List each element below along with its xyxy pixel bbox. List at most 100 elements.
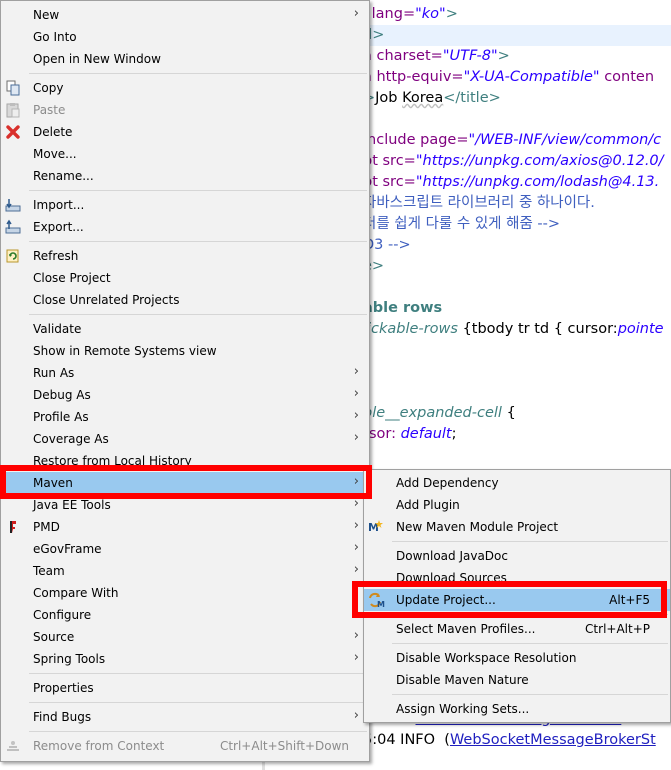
menu-item-select-maven-profiles[interactable]: Select Maven Profiles... Ctrl+Alt+P <box>364 618 670 640</box>
copy-icon <box>5 80 21 96</box>
menu-item-close-project[interactable]: Close Project <box>1 267 369 289</box>
menu-item-import[interactable]: Import... <box>1 194 369 216</box>
console-link[interactable]: WebSocketMessageBrokerSt <box>450 732 656 748</box>
menu-item-new-maven-module-project[interactable]: M New Maven Module Project <box>364 516 670 538</box>
code-line: ble__expanded-cell { <box>363 405 516 421</box>
menu-item-label: New <box>33 8 60 22</box>
menu-item-team[interactable]: Team › <box>1 560 369 582</box>
menu-item-label: Spring Tools <box>33 652 106 666</box>
menu-item-label: Profile As <box>33 410 89 424</box>
menu-separator <box>29 314 367 315</box>
current-line-highlight <box>363 25 671 46</box>
menu-item-label: Rename... <box>33 169 94 183</box>
menu-item-debug-as[interactable]: Debug As › <box>1 384 369 406</box>
import-icon <box>5 197 21 213</box>
menu-item-label: Team <box>33 564 65 578</box>
menu-item-label: Download JavaDoc <box>396 549 508 563</box>
code-line: D3 --> <box>363 237 411 253</box>
menu-item-label: Add Dependency <box>396 476 499 490</box>
menu-item-delete[interactable]: Delete <box>1 121 369 143</box>
chevron-right-icon: › <box>353 708 359 723</box>
menu-item-label: Delete <box>33 125 73 139</box>
menu-item-go-into[interactable]: Go Into <box>1 26 369 48</box>
menu-item-label: Move... <box>33 147 77 161</box>
code-line: lickable-rows {tbody tr td { cursor:poin… <box>363 321 664 337</box>
menu-item-coverage-as[interactable]: Coverage As › <box>1 428 369 450</box>
menu-separator <box>29 702 367 703</box>
svg-text:M: M <box>368 521 379 534</box>
menu-item-open-in-new-window[interactable]: Open in New Window <box>1 48 369 70</box>
menu-item-label: Close Unrelated Projects <box>33 293 180 307</box>
menu-item-label: Close Project <box>33 271 111 285</box>
menu-item-label: Validate <box>33 322 82 336</box>
menu-item-label: eGovFrame <box>33 542 102 556</box>
menu-separator <box>29 731 367 732</box>
menu-item-source[interactable]: Source › <box>1 626 369 648</box>
menu-item-download-javadoc[interactable]: Download JavaDoc <box>364 545 670 567</box>
menu-item-run-as[interactable]: Run As › <box>1 362 369 384</box>
menu-item-close-unrelated-projects[interactable]: Close Unrelated Projects <box>1 289 369 311</box>
chevron-right-icon: › <box>353 6 359 21</box>
menu-item-label: Copy <box>33 81 64 95</box>
menu-item-label: Coverage As <box>33 432 109 446</box>
menu-separator <box>29 241 367 242</box>
menu-item-paste: Paste <box>1 99 369 121</box>
code-line: >Job Korea</title> <box>363 90 501 106</box>
menu-item-label: Show in Remote Systems view <box>33 344 217 358</box>
menu-item-pmd[interactable]: PMD › <box>1 516 369 538</box>
menu-item-label: PMD <box>33 520 60 534</box>
code-line: pt src="https://unpkg.com/axios@0.12.0/ <box>363 153 664 169</box>
code-line: rsor: default; <box>363 426 457 442</box>
menu-item-label: Configure <box>33 608 92 622</box>
menu-item-compare-with[interactable]: Compare With › <box>1 582 369 604</box>
code-line: 터를 쉽게 다룰 수 있게 해줌 --> <box>363 216 561 232</box>
code-line: l lang="ko"> <box>363 6 458 22</box>
menu-item-copy[interactable]: Copy <box>1 77 369 99</box>
maven-module-icon: M <box>368 519 384 535</box>
menu-item-add-plugin[interactable]: Add Plugin <box>364 494 670 516</box>
menu-item-label: Find Bugs <box>33 710 92 724</box>
menu-item-assign-working-sets[interactable]: Assign Working Sets... <box>364 698 670 720</box>
chevron-right-icon: › <box>353 562 359 577</box>
console-time: 5:04 INFO <box>363 732 436 748</box>
menu-item-label: Java EE Tools <box>33 498 111 512</box>
menu-item-profile-as[interactable]: Profile As › <box>1 406 369 428</box>
menu-item-validate[interactable]: Validate <box>1 318 369 340</box>
menu-separator <box>392 541 668 542</box>
menu-item-show-in-remote-systems-view[interactable]: Show in Remote Systems view <box>1 340 369 362</box>
menu-item-label: Select Maven Profiles... <box>396 622 536 636</box>
update-project-highlight-box <box>352 581 667 618</box>
menu-item-rename[interactable]: Rename... <box>1 165 369 187</box>
menu-item-label: Refresh <box>33 249 79 263</box>
menu-item-configure[interactable]: Configure › <box>1 604 369 626</box>
export-icon <box>5 219 21 235</box>
paste-icon <box>5 102 21 118</box>
menu-item-label: Paste <box>33 103 66 117</box>
menu-item-find-bugs[interactable]: Find Bugs › <box>1 706 369 728</box>
menu-item-export[interactable]: Export... <box>1 216 369 238</box>
chevron-right-icon: › <box>353 386 359 401</box>
menu-item-remove-from-context: Remove from Context Ctrl+Alt+Shift+Down <box>1 735 369 757</box>
menu-item-egovframe[interactable]: eGovFrame › <box>1 538 369 560</box>
project-context-menu: New › Go Into Open in New Window Copy Paste De… <box>0 0 370 762</box>
menu-item-properties[interactable]: Properties <box>1 677 369 699</box>
menu-item-label: Import... <box>33 198 85 212</box>
remove-context-icon <box>5 738 21 754</box>
chevron-right-icon: › <box>353 408 359 423</box>
menu-item-disable-maven-nature[interactable]: Disable Maven Nature <box>364 669 670 691</box>
chevron-right-icon: › <box>353 364 359 379</box>
menu-item-label: Disable Maven Nature <box>396 673 529 687</box>
chevron-right-icon: › <box>353 518 359 533</box>
menu-item-disable-workspace-resolution[interactable]: Disable Workspace Resolution <box>364 647 670 669</box>
menu-item-refresh[interactable]: Refresh <box>1 245 369 267</box>
menu-item-label: Disable Workspace Resolution <box>396 651 577 665</box>
menu-separator <box>29 73 367 74</box>
chevron-right-icon: › <box>353 430 359 445</box>
menu-item-add-dependency[interactable]: Add Dependency <box>364 472 670 494</box>
menu-item-label: New Maven Module Project <box>396 520 559 534</box>
menu-item-spring-tools[interactable]: Spring Tools › <box>1 648 369 670</box>
menu-item-new[interactable]: New › <box>1 4 369 26</box>
menu-item-move[interactable]: Move... <box>1 143 369 165</box>
code-line: a http-equiv="X-UA-Compatible" conten <box>363 69 655 85</box>
menu-item-label: Run As <box>33 366 75 380</box>
